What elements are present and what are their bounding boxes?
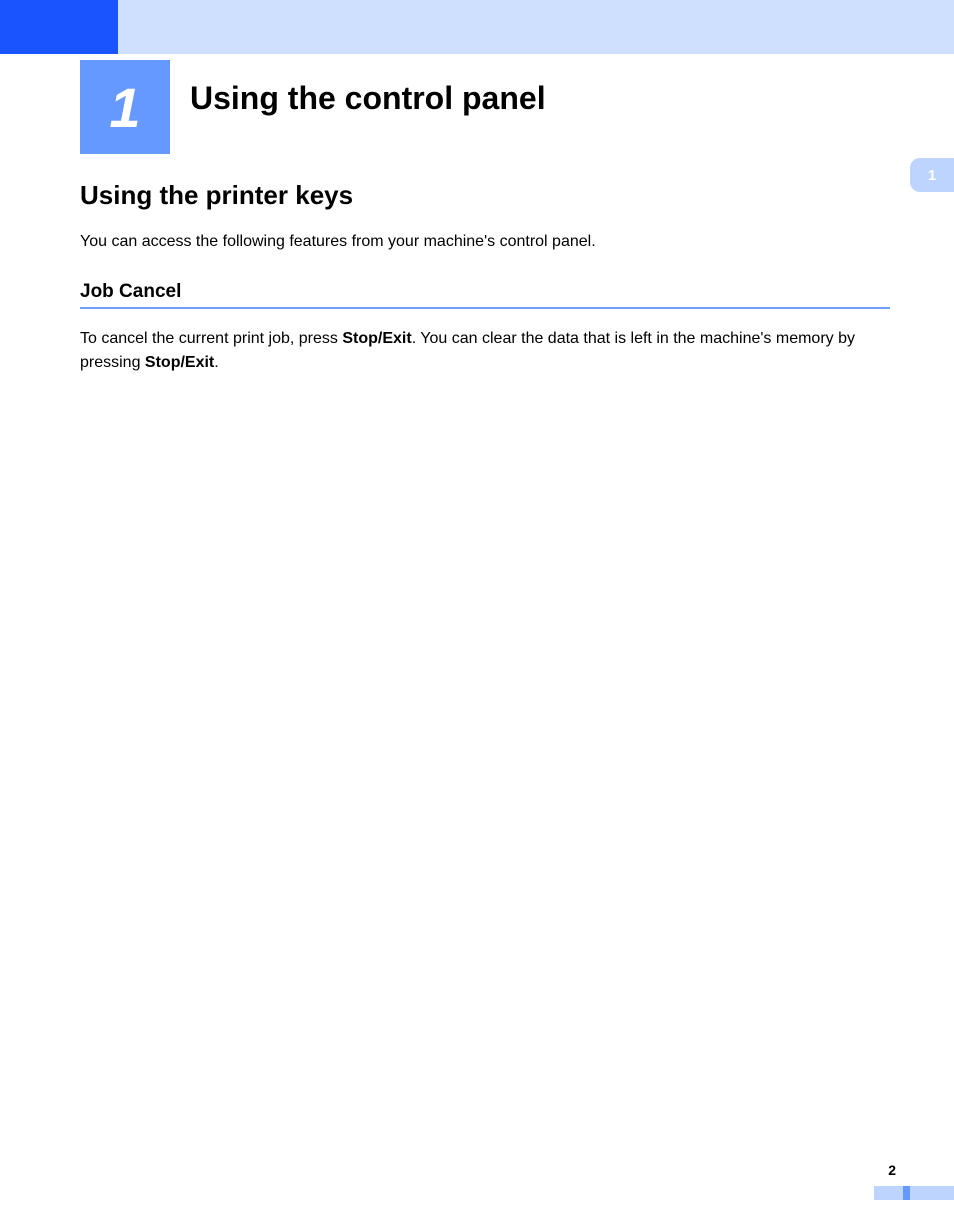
text-part: To cancel the current print job, press — [80, 330, 342, 347]
section-intro: You can access the following features fr… — [80, 231, 890, 253]
thumb-tab: 1 — [910, 158, 954, 192]
text-part: . — [214, 354, 218, 371]
top-band-right — [118, 0, 954, 54]
page-number: 2 — [888, 1162, 896, 1178]
bottom-bar — [874, 1186, 954, 1200]
section-heading: Using the printer keys — [80, 180, 890, 211]
subsection-body: To cancel the current print job, press S… — [80, 327, 890, 373]
top-band-left — [0, 0, 118, 54]
top-band — [0, 0, 954, 54]
subsection-heading: Job Cancel — [80, 281, 890, 309]
thumb-tab-label: 1 — [928, 167, 936, 184]
chapter-number-box: 1 — [80, 60, 170, 154]
chapter-number: 1 — [109, 75, 140, 140]
bottom-bar-accent — [903, 1186, 910, 1200]
chapter-title: Using the control panel — [190, 80, 546, 117]
content-area: Using the printer keys You can access th… — [80, 180, 890, 374]
bold-key: Stop/Exit — [145, 354, 214, 371]
bold-key: Stop/Exit — [342, 330, 411, 347]
